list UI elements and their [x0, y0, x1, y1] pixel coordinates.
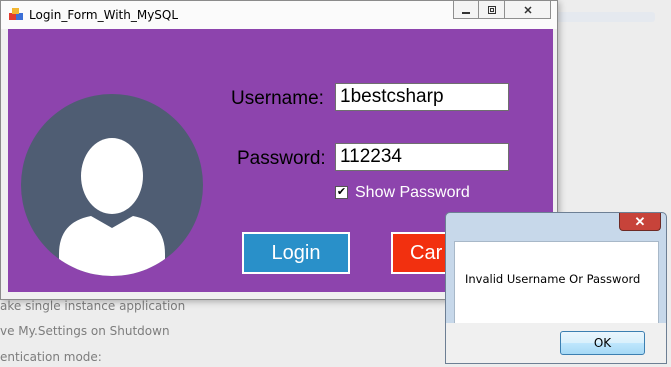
minimize-button[interactable] [453, 1, 479, 19]
message-box: ✕ Invalid Username Or Password OK [445, 212, 667, 364]
app-icon [9, 8, 23, 20]
show-password-label[interactable]: Show Password [355, 184, 470, 202]
minimize-icon [462, 11, 470, 14]
password-label: Password: [237, 148, 326, 169]
background-text: ve My.Settings on Shutdown [0, 324, 170, 338]
username-label: Username: [231, 88, 324, 109]
close-icon: ✕ [634, 214, 646, 229]
restore-button[interactable] [479, 1, 505, 19]
close-icon [523, 5, 532, 14]
close-button[interactable] [505, 1, 551, 19]
show-password-checkbox[interactable]: ✔ [335, 186, 348, 199]
login-button[interactable]: Login [242, 232, 350, 274]
window-titlebar[interactable]: Login_Form_With_MySQL [1, 1, 557, 29]
ok-button[interactable]: OK [560, 331, 645, 355]
message-footer: OK [446, 323, 666, 363]
background-text: ake single instance application [0, 299, 186, 313]
message-text: Invalid Username Or Password [465, 272, 641, 286]
window-title: Login_Form_With_MySQL [29, 8, 179, 22]
password-input[interactable]: 112234 [335, 143, 509, 171]
restore-icon [487, 5, 496, 14]
user-avatar-icon [21, 94, 203, 276]
user-silhouette-icon [59, 138, 165, 276]
username-input[interactable]: 1bestcsharp [335, 83, 509, 111]
message-close-button[interactable]: ✕ [619, 213, 661, 231]
window-controls [453, 1, 551, 19]
background-blur [555, 12, 655, 22]
background-text: entication mode: [0, 350, 102, 364]
